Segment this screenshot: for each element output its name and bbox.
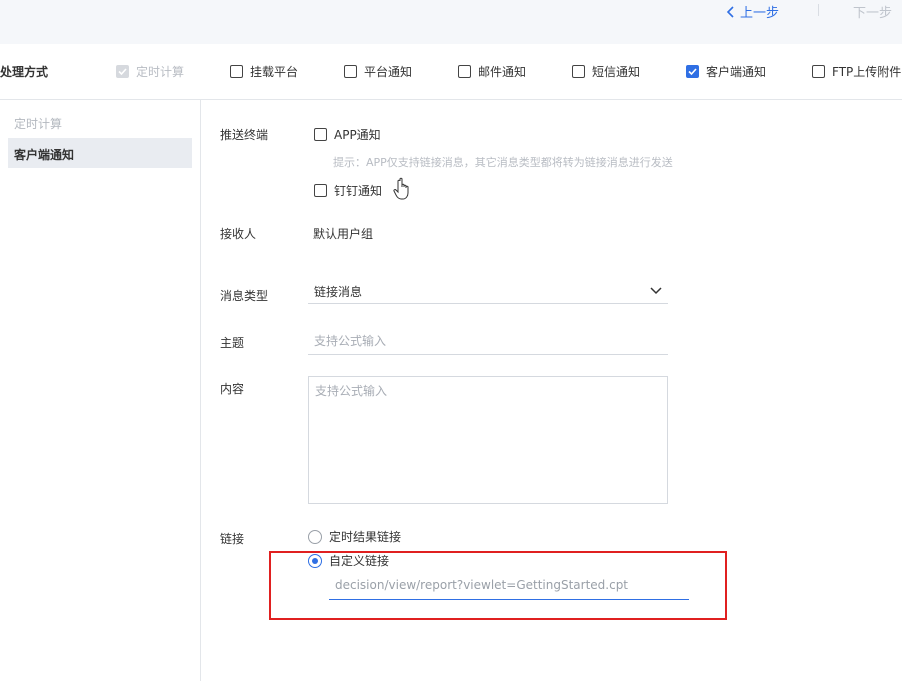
method-option-sms-notify[interactable]: 短信通知	[572, 63, 640, 80]
subject-label: 主题	[220, 336, 245, 350]
method-option-ftp-upload[interactable]: FTP上传附件	[812, 63, 901, 80]
method-option-label: 定时计算	[136, 65, 185, 79]
recipient-label: 接收人	[220, 227, 257, 241]
method-option-mount-platform[interactable]: 挂载平台	[230, 63, 298, 80]
hand-pointer-cursor-icon	[393, 177, 409, 200]
content-field	[308, 376, 668, 504]
message-type-value: 链接消息	[314, 285, 363, 299]
prev-step-label: 上一步	[740, 6, 780, 21]
push-terminal-label: 推送终端	[220, 128, 269, 142]
app-notify-label: APP通知	[334, 128, 381, 142]
checkbox-icon	[572, 65, 585, 78]
app-notify-hint: 提示：APP仅支持链接消息，其它消息类型都将转为链接消息进行发送	[333, 156, 673, 169]
method-option-scheduled-calc[interactable]: 定时计算	[116, 63, 184, 80]
sidebar-item-client-notify-label: 客户端通知	[14, 148, 75, 162]
message-type-select[interactable]: 链接消息	[308, 281, 668, 304]
checkbox-icon	[230, 65, 243, 78]
method-option-label: 平台通知	[364, 65, 413, 79]
method-option-email-notify[interactable]: 邮件通知	[458, 63, 526, 80]
custom-link-field	[329, 574, 696, 600]
radio-icon	[308, 529, 322, 544]
message-type-label: 消息类型	[220, 289, 269, 303]
checkbox-icon	[458, 65, 471, 78]
link-option-scheduled-label: 定时结果链接	[329, 530, 402, 544]
subject-input[interactable]	[308, 330, 670, 352]
link-option-scheduled[interactable]: 定时结果链接	[308, 528, 401, 545]
dingtalk-notify-checkbox[interactable]: 钉钉通知	[314, 182, 382, 199]
method-option-label: 邮件通知	[478, 65, 527, 79]
checkbox-checked-disabled-icon	[116, 65, 129, 78]
method-option-label: 客户端通知	[706, 65, 767, 79]
subject-field	[308, 330, 670, 355]
content-textarea[interactable]	[309, 377, 667, 503]
method-option-client-notify[interactable]: 客户端通知	[686, 63, 766, 80]
checkbox-icon	[344, 65, 357, 78]
method-option-label: 挂载平台	[250, 65, 299, 79]
checkbox-icon	[812, 65, 825, 78]
radio-selected-icon	[308, 553, 322, 568]
sidebar	[0, 100, 201, 681]
link-option-custom[interactable]: 自定义链接	[308, 552, 389, 569]
next-step-button[interactable]: 下一步	[853, 2, 892, 21]
method-option-label: 短信通知	[592, 65, 641, 79]
checkbox-icon	[314, 184, 327, 197]
recipient-value[interactable]: 默认用户组	[313, 225, 373, 242]
chevron-down-icon	[650, 287, 662, 295]
sidebar-item-scheduled-calc[interactable]: 定时计算	[14, 115, 62, 132]
dingtalk-notify-label: 钉钉通知	[334, 184, 383, 198]
processing-method-title: 处理方式	[0, 65, 49, 79]
chevron-left-icon	[726, 5, 734, 18]
checkbox-icon	[314, 128, 327, 141]
link-label: 链接	[220, 532, 245, 546]
custom-link-input[interactable]	[329, 574, 696, 596]
nav-divider	[818, 4, 819, 16]
content-label: 内容	[220, 382, 245, 396]
checkbox-checked-icon	[686, 65, 699, 78]
method-option-platform-notify[interactable]: 平台通知	[344, 63, 412, 80]
link-option-custom-label: 自定义链接	[329, 554, 390, 568]
prev-step-button[interactable]: 上一步	[726, 2, 779, 21]
app-notify-checkbox[interactable]: APP通知	[314, 126, 381, 143]
method-option-label: FTP上传附件	[832, 65, 902, 79]
